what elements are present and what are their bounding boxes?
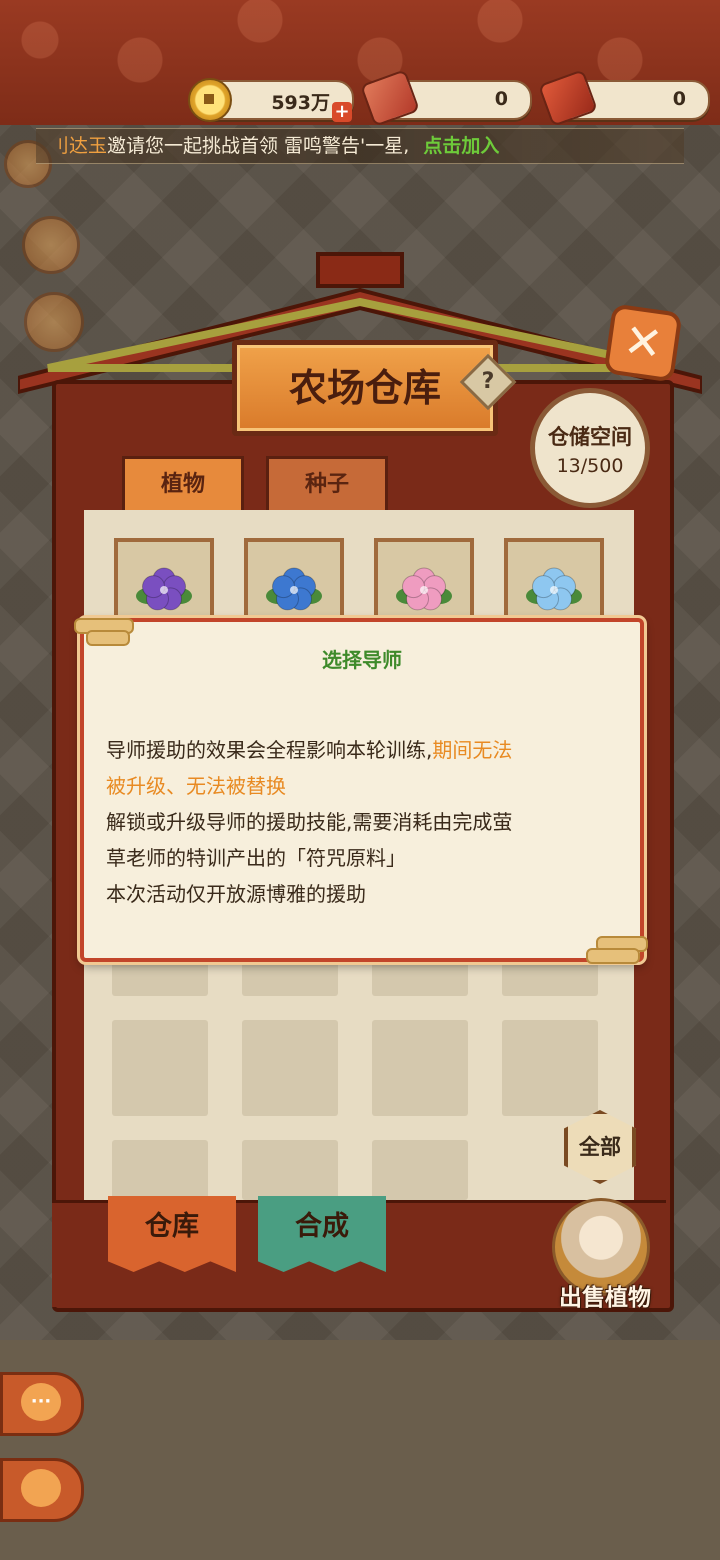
close-button[interactable]: ✕ [603,303,683,383]
dialog-title: 选择导师 [322,648,402,672]
tab-warehouse[interactable]: 仓库 [108,1196,236,1272]
ticket-b-counter: 0 [537,69,710,127]
plant-slot-pink[interactable] [374,538,474,622]
grid-cell[interactable] [242,1140,338,1200]
plant-slot-lightblue[interactable] [504,538,604,622]
grid-cell[interactable] [372,1140,468,1200]
ticket-a-value: 0 [494,88,508,110]
tab-plants[interactable]: 植物 [122,456,244,511]
dialog-line-3: 解锁或升级导师的援助技能,需要消耗由完成萤 [106,810,513,834]
sell-plants-button[interactable]: 出售植物 [540,1186,670,1311]
help-glyph: ? [481,369,495,394]
companion-icon [21,1469,61,1507]
dialog-line-5: 本次活动仅开放源博雅的援助 [106,882,366,906]
coin-icon [188,78,232,122]
tab-synthesis[interactable]: 合成 [258,1196,386,1272]
grid-cell[interactable] [112,1020,208,1116]
pink-flower-icon [396,567,452,611]
dialog-body: 导师援助的效果会全程影响本轮训练,期间无法 被升级、无法被替换 解锁或升级导师的… [106,732,626,912]
grid-cell[interactable] [502,1020,598,1116]
grid-cell[interactable] [112,1140,208,1200]
tab-seeds[interactable]: 种子 [266,456,388,511]
bottom-background [0,1340,720,1560]
dialog-line-1-text: 导师援助的效果会全程影响本轮训练, [106,738,433,762]
plant-slot-purple[interactable] [114,538,214,622]
ticket-a-counter: 0 [359,69,532,127]
light-blue-flower-icon [526,567,582,611]
invite-message: 邀请您一起挑战首领 雷鸣警告'一星, [107,135,410,157]
storage-label: 仓储空间 [548,425,632,449]
blue-flower-icon [266,567,322,611]
companion-button[interactable] [0,1458,84,1522]
warehouse-title: 农场仓库 [232,340,498,436]
mentor-info-dialog: 选择导师 导师援助的效果会全程影响本轮训练,期间无法 被升级、无法被替换 解锁或… [80,618,644,962]
coin-value: 593万 [271,92,330,114]
dialog-line-4: 草老师的特训产出的「符咒原料」 [106,846,406,870]
add-coins-button[interactable]: + [332,102,352,122]
ticket-b-value: 0 [672,88,686,110]
chat-button[interactable]: ··· [0,1372,84,1436]
dialog-line-1-highlight: 期间无法 [432,738,513,762]
dialog-line-1: 导师援助的效果会全程影响本轮训练,期间无法 [106,732,626,768]
coin-counter: 593万 + [188,78,354,122]
inviter-name: 刂达玉 [50,135,108,157]
grid-cell[interactable] [372,1020,468,1116]
dialog-line-2-highlight: 被升级、无法被替换 [106,774,286,798]
cloud-ornament [86,630,130,646]
plant-slot-blue[interactable] [244,538,344,622]
sell-plants-label: 出售植物 [559,1285,651,1311]
chat-bubble-icon: ··· [21,1383,61,1421]
storage-capacity-badge: 仓储空间 13/500 [530,388,650,508]
invite-notice-bar[interactable]: 刂达玉邀请您一起挑战首领 雷鸣警告'一星, 点击加入 [36,128,684,164]
storage-value: 13/500 [556,455,624,477]
purple-flower-icon [136,567,192,611]
cloud-ornament [586,948,640,964]
grid-cell[interactable] [242,1020,338,1116]
join-link[interactable]: 点击加入 [423,135,499,157]
